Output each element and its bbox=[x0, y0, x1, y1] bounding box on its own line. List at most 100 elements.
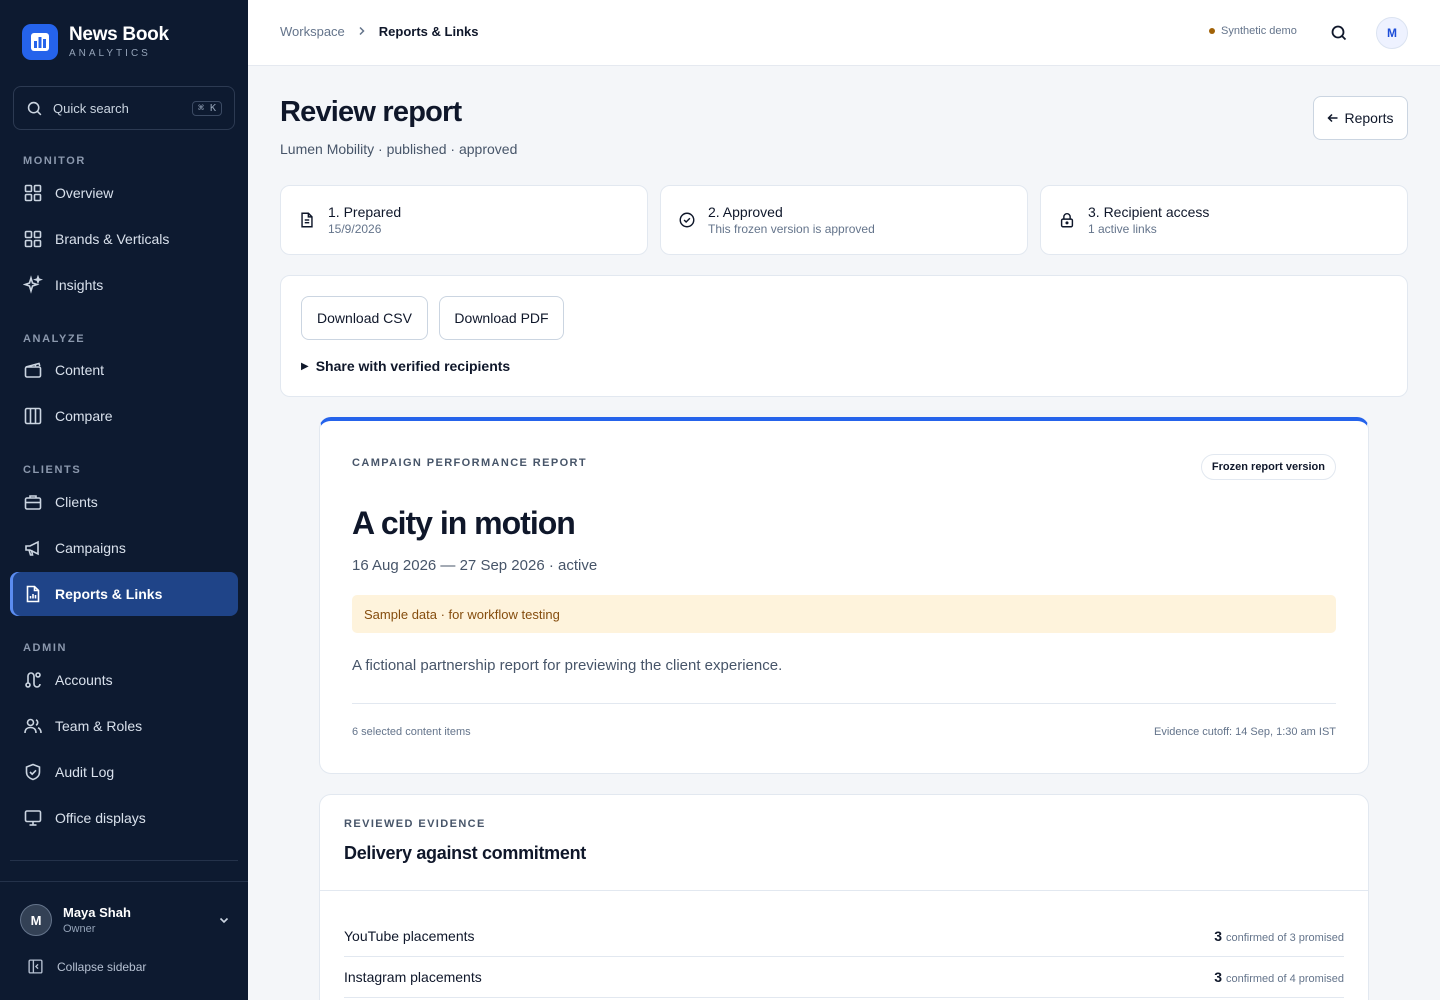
share-recipients-toggle[interactable]: ▶ Share with verified recipients bbox=[301, 358, 510, 374]
status-dot-icon bbox=[1209, 28, 1215, 34]
sidebar-item-reports[interactable]: Reports & Links bbox=[10, 572, 238, 616]
sidebar-item-overview[interactable]: Overview bbox=[10, 171, 238, 215]
sidebar-item-content[interactable]: Content bbox=[10, 348, 238, 392]
brand[interactable]: News Book ANALYTICS bbox=[22, 24, 169, 60]
check-circle-icon bbox=[679, 212, 695, 228]
breadcrumb-workspace[interactable]: Workspace bbox=[280, 24, 345, 39]
confirmed-count: 3 bbox=[1214, 927, 1222, 944]
sidebar-item-label: Team & Roles bbox=[55, 718, 143, 734]
sidebar-item-audit[interactable]: Audit Log bbox=[10, 750, 238, 794]
top-bar: Workspace Reports & Links Synthetic demo… bbox=[248, 0, 1440, 66]
sidebar-item-label: Campaigns bbox=[55, 540, 126, 556]
user-role: Owner bbox=[63, 923, 96, 935]
sidebar-item-compare[interactable]: Compare bbox=[10, 394, 238, 438]
chevron-down-icon bbox=[219, 917, 229, 924]
sidebar-divider bbox=[10, 860, 238, 861]
search-icon bbox=[1331, 25, 1347, 41]
placement-label: YouTube placements bbox=[344, 927, 475, 944]
sidebar-item-label: Clients bbox=[55, 494, 98, 510]
user-menu[interactable]: M Maya Shah Owner bbox=[20, 904, 230, 936]
selected-items-count: 6 selected content items bbox=[352, 726, 471, 738]
report-actions-panel: Download CSV Download PDF ▶ Share with v… bbox=[280, 275, 1408, 397]
file-chart-icon bbox=[26, 585, 40, 603]
user-name: Maya Shah bbox=[63, 905, 131, 920]
step-title: 1. Prepared bbox=[328, 204, 402, 220]
sidebar: News Book ANALYTICS Quick search ⌘ K MON… bbox=[0, 0, 248, 1000]
section-analyze: ANALYZE bbox=[23, 333, 86, 345]
placement-detail: confirmed of 4 promised bbox=[1226, 972, 1344, 985]
brand-name: News Book bbox=[69, 24, 169, 45]
demo-label: Synthetic demo bbox=[1221, 25, 1297, 37]
route-icon bbox=[25, 672, 41, 688]
monitor-icon bbox=[24, 810, 42, 826]
sidebar-item-label: Insights bbox=[55, 277, 104, 293]
step-subtitle: 15/9/2026 bbox=[328, 222, 382, 236]
shortcut-hint: ⌘ K bbox=[191, 100, 222, 116]
sidebar-item-insights[interactable]: Insights bbox=[10, 263, 238, 307]
report-eyebrow: CAMPAIGN PERFORMANCE REPORT bbox=[352, 457, 587, 469]
clapperboard-icon bbox=[24, 362, 42, 378]
sidebar-item-accounts[interactable]: Accounts bbox=[10, 658, 238, 702]
confirmed-count: 3 bbox=[1214, 968, 1222, 985]
back-to-reports-button[interactable]: Reports bbox=[1313, 96, 1408, 140]
quick-search[interactable]: Quick search ⌘ K bbox=[13, 86, 235, 130]
step-title: 3. Recipient access bbox=[1088, 204, 1210, 220]
collapse-sidebar-button[interactable]: Collapse sidebar bbox=[27, 958, 146, 975]
back-button-label: Reports bbox=[1344, 110, 1394, 126]
placement-label: Instagram placements bbox=[344, 968, 482, 985]
step-title: 2. Approved bbox=[708, 204, 783, 220]
placement-value: 3 confirmed of 3 promised bbox=[1214, 928, 1344, 944]
report-dates: 16 Aug 2026 — 27 Sep 2026 · active bbox=[352, 557, 598, 574]
sidebar-item-label: Audit Log bbox=[55, 764, 115, 780]
layout-grid-icon bbox=[24, 230, 42, 248]
step-recipient-access: 3. Recipient access 1 active links bbox=[1040, 185, 1408, 255]
arrow-left-icon bbox=[1327, 113, 1338, 123]
sidebar-item-label: Overview bbox=[55, 185, 114, 201]
sidebar-item-label: Office displays bbox=[55, 810, 146, 826]
panel-collapse-icon bbox=[28, 959, 43, 974]
sidebar-item-label: Reports & Links bbox=[55, 586, 163, 602]
list-item: Instagram placements 3 confirmed of 4 pro… bbox=[344, 956, 1344, 998]
account-avatar[interactable]: M bbox=[1376, 17, 1408, 49]
bar-chart-logo-icon bbox=[22, 24, 58, 60]
evidence-cutoff: Evidence cutoff: 14 Sep, 1:30 am IST bbox=[1153, 726, 1336, 738]
sidebar-item-displays[interactable]: Office displays bbox=[10, 796, 238, 840]
divider bbox=[320, 890, 1368, 891]
sidebar-item-label: Compare bbox=[55, 408, 113, 424]
step-subtitle: This frozen version is approved bbox=[708, 222, 875, 236]
placement-detail: confirmed of 3 promised bbox=[1226, 931, 1344, 944]
section-monitor: MONITOR bbox=[23, 155, 86, 167]
briefcase-icon bbox=[24, 495, 42, 510]
download-pdf-button[interactable]: Download PDF bbox=[439, 296, 564, 340]
report-title: A city in motion bbox=[352, 505, 576, 541]
page-title: Review report bbox=[280, 96, 462, 128]
sidebar-item-label: Brands & Verticals bbox=[55, 231, 170, 247]
document-icon bbox=[301, 212, 313, 228]
sidebar-item-clients[interactable]: Clients bbox=[10, 480, 238, 524]
megaphone-icon bbox=[25, 540, 39, 556]
sparkles-icon bbox=[23, 275, 43, 294]
search-icon bbox=[27, 101, 42, 115]
shield-check-icon bbox=[25, 763, 41, 781]
sidebar-item-label: Accounts bbox=[55, 672, 113, 688]
quick-search-label: Quick search bbox=[53, 100, 129, 116]
step-approved: 2. Approved This frozen version is appro… bbox=[660, 185, 1028, 255]
users-icon bbox=[24, 718, 42, 734]
sidebar-item-brands[interactable]: Brands & Verticals bbox=[10, 217, 238, 261]
disclosure-triangle-icon: ▶ bbox=[301, 360, 309, 372]
download-csv-button[interactable]: Download CSV bbox=[301, 296, 428, 340]
reviewed-evidence-card: REVIEWED EVIDENCE Delivery against commi… bbox=[319, 794, 1369, 1000]
sidebar-divider bbox=[0, 881, 248, 882]
sample-data-notice: Sample data · for workflow testing bbox=[352, 595, 1336, 633]
breadcrumb-current: Reports & Links bbox=[378, 24, 479, 39]
report-preview-card: CAMPAIGN PERFORMANCE REPORT Frozen repor… bbox=[319, 417, 1369, 774]
page-subtitle: Lumen Mobility · published · approved bbox=[280, 141, 518, 157]
sidebar-item-campaigns[interactable]: Campaigns bbox=[10, 526, 238, 570]
demo-badge: Synthetic demo bbox=[1209, 25, 1297, 37]
search-button[interactable] bbox=[1328, 22, 1350, 44]
section-admin: ADMIN bbox=[23, 642, 68, 654]
sidebar-item-team[interactable]: Team & Roles bbox=[10, 704, 238, 748]
evidence-title: Delivery against commitment bbox=[344, 843, 586, 863]
collapse-sidebar-label: Collapse sidebar bbox=[57, 959, 147, 974]
sidebar-item-label: Content bbox=[55, 362, 105, 378]
